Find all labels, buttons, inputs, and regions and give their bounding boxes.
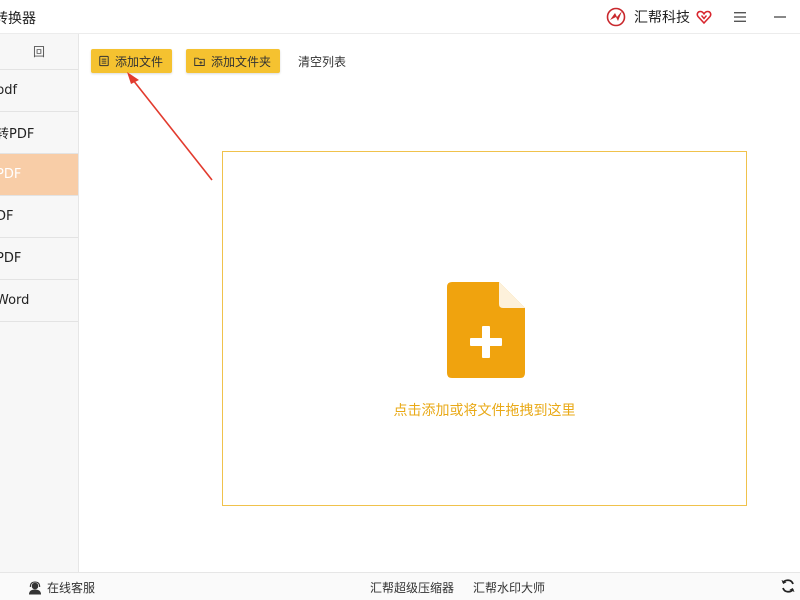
add-file-icon	[447, 282, 525, 378]
brand[interactable]: 汇帮科技	[606, 7, 712, 27]
status-bar: 在线客服 汇帮超级压缩器 汇帮水印大师	[0, 572, 800, 600]
file-list-icon	[99, 55, 109, 67]
toolbar: 添加文件 添加文件夹 清空列表	[91, 48, 346, 74]
add-file-button[interactable]: 添加文件	[91, 49, 172, 73]
drop-hint-text: 点击添加或将文件拖拽到这里	[393, 403, 576, 419]
sidebar-item-3-active[interactable]: PDF	[0, 154, 78, 196]
sidebar-item-6[interactable]: Word	[0, 280, 78, 322]
title-bar: 转换器 汇帮科技	[0, 0, 800, 34]
brand-name: 汇帮科技	[634, 10, 690, 26]
sidebar-item-label: 转PDF	[0, 127, 35, 142]
sidebar-back-button[interactable]: 回	[0, 34, 78, 70]
sidebar: 回 pdf 转PDF PDF DF PDF Word	[0, 34, 79, 572]
menu-icon[interactable]	[731, 8, 749, 26]
online-support-label: 在线客服	[47, 581, 96, 595]
app-title: 转换器	[0, 11, 36, 27]
sidebar-item-label: pdf	[0, 83, 18, 98]
vip-heart-icon[interactable]	[696, 9, 712, 25]
watermark-link[interactable]: 汇帮水印大师	[473, 579, 545, 596]
sidebar-item-2[interactable]: 转PDF	[0, 112, 78, 154]
add-folder-button[interactable]: 添加文件夹	[186, 49, 280, 73]
sidebar-item-1[interactable]: pdf	[0, 70, 78, 112]
compressor-link[interactable]: 汇帮超级压缩器	[370, 579, 454, 596]
file-drop-zone[interactable]: 点击添加或将文件拖拽到这里	[222, 151, 747, 506]
sidebar-item-label: DF	[0, 209, 14, 224]
folder-add-icon	[194, 57, 205, 66]
sidebar-item-label: Word	[0, 293, 30, 308]
minimize-icon[interactable]	[771, 8, 789, 26]
sidebar-item-4[interactable]: DF	[0, 196, 78, 238]
sidebar-item-label: PDF	[0, 251, 22, 266]
customer-service-icon	[29, 580, 41, 594]
brand-logo-icon	[606, 7, 626, 27]
sidebar-item-5[interactable]: PDF	[0, 238, 78, 280]
refresh-icon[interactable]	[780, 578, 796, 594]
online-support-button[interactable]: 在线客服	[28, 579, 95, 596]
add-file-label: 添加文件	[114, 54, 163, 69]
clear-list-button[interactable]: 清空列表	[298, 53, 346, 70]
add-folder-label: 添加文件夹	[210, 54, 271, 69]
sidebar-item-label: PDF	[0, 167, 22, 182]
